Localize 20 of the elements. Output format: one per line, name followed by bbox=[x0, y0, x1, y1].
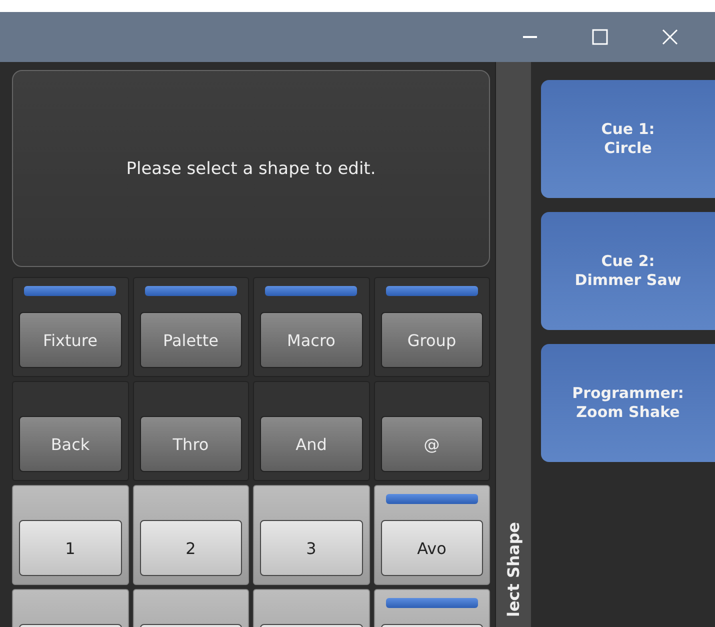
key-button[interactable]: Fixture bbox=[19, 312, 122, 368]
key-button[interactable]: And bbox=[260, 416, 362, 472]
maximize-icon bbox=[592, 29, 608, 45]
key-button[interactable]: Thro bbox=[140, 416, 242, 472]
shape-button[interactable]: Cue 2: Dimmer Saw bbox=[541, 212, 715, 330]
key-button[interactable]: Avo bbox=[380, 520, 483, 576]
key-button[interactable]: Back bbox=[19, 416, 122, 472]
key-button[interactable]: 1 bbox=[19, 520, 122, 576]
close-icon bbox=[662, 29, 678, 45]
message-text: Please select a shape to edit. bbox=[126, 158, 376, 178]
key-button[interactable]: Group bbox=[380, 312, 483, 368]
key-button[interactable]: 2 bbox=[140, 520, 242, 576]
shape-button[interactable]: Cue 1: Circle bbox=[541, 80, 715, 198]
key-button[interactable]: @ bbox=[380, 416, 483, 472]
key-button[interactable]: Palette bbox=[140, 312, 242, 368]
key-button[interactable]: Macro bbox=[260, 312, 362, 368]
key-button[interactable]: 3 bbox=[260, 520, 362, 576]
minimize-icon bbox=[523, 36, 537, 38]
side-tab[interactable]: lect Shape bbox=[495, 62, 531, 627]
shape-button[interactable]: Programmer: Zoom Shake bbox=[541, 344, 715, 462]
